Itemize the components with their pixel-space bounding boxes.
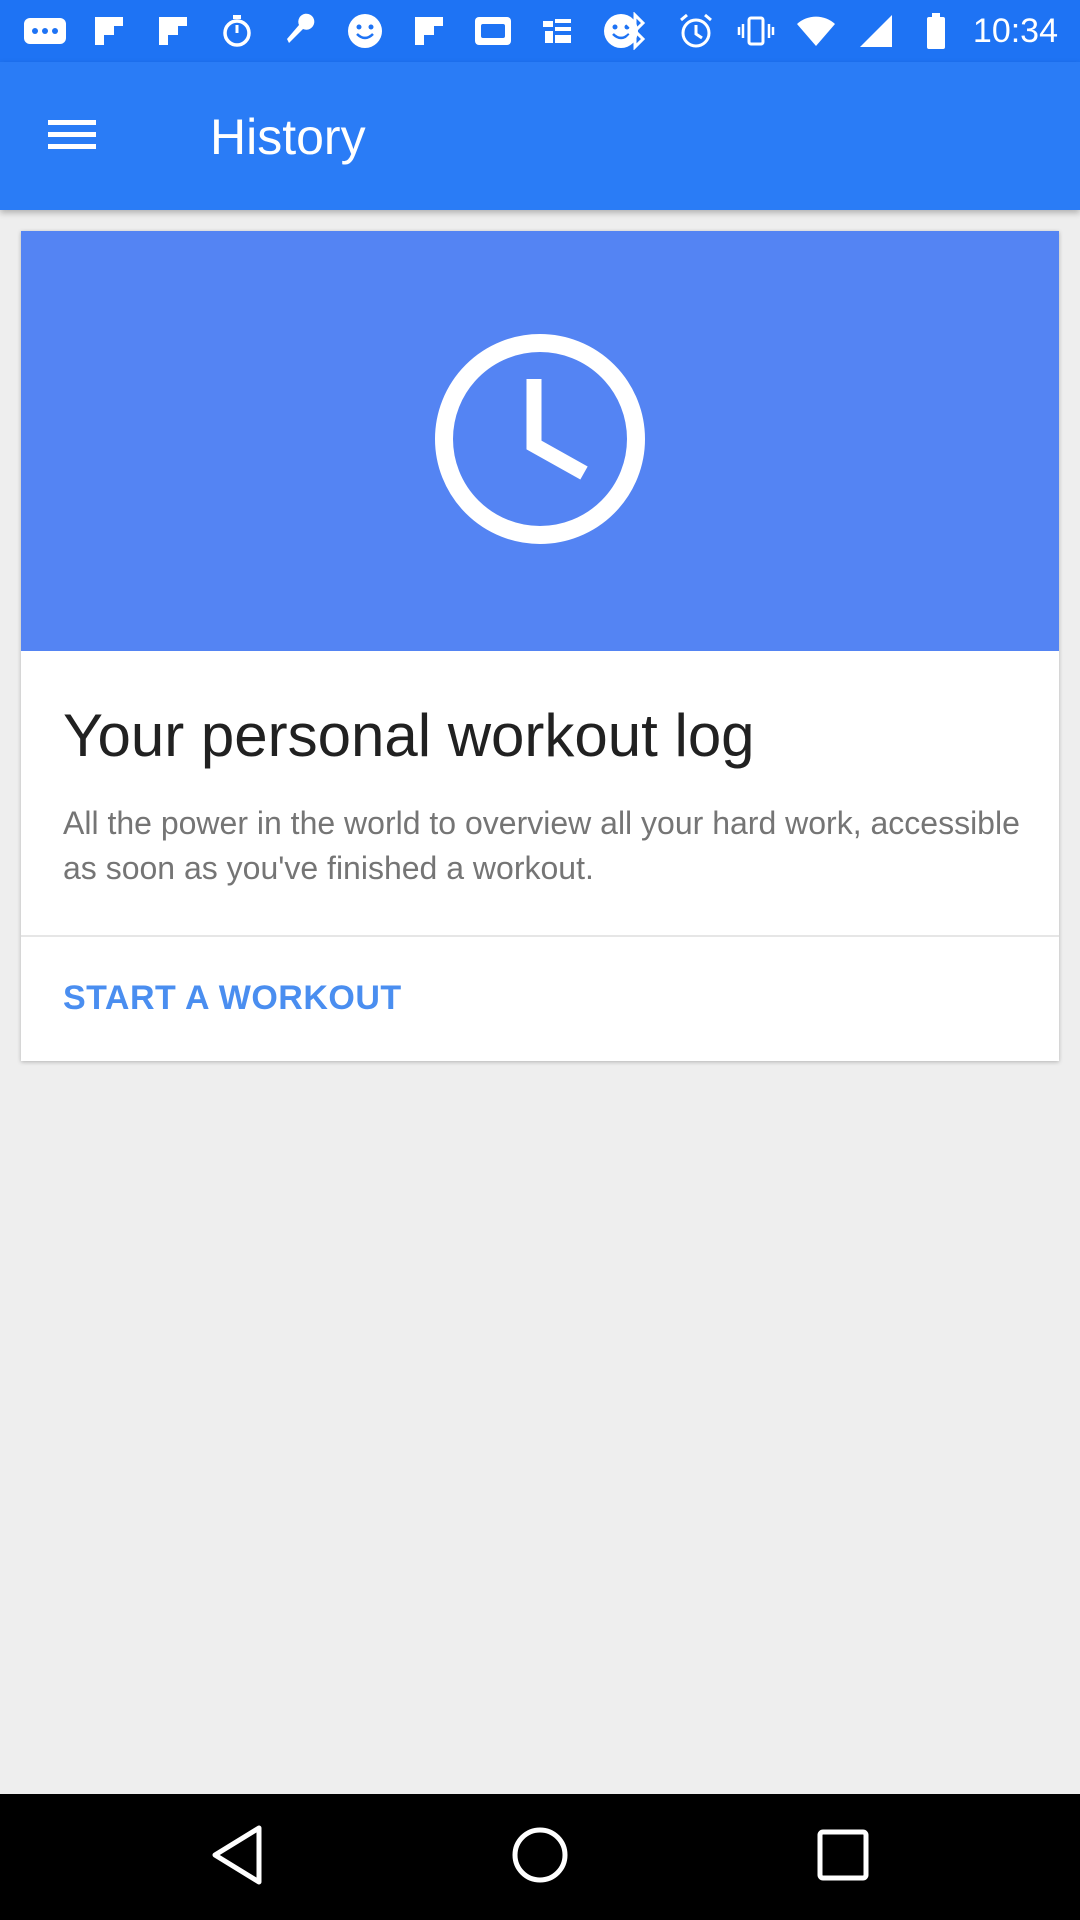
status-time: 10:34 [972, 11, 1058, 50]
page-title: History [210, 109, 366, 165]
menu-button[interactable] [36, 100, 108, 172]
system-icons: 10:34 [613, 8, 1058, 54]
qq-icon [470, 8, 516, 54]
empty-history-card: Your personal workout log All the power … [21, 231, 1059, 1061]
smiley-icon [342, 8, 388, 54]
status-bar: 10:34 [0, 0, 1080, 62]
recents-icon [815, 1827, 871, 1888]
home-button[interactable] [505, 1822, 575, 1892]
menu-icon [46, 114, 98, 159]
back-button[interactable] [202, 1822, 272, 1892]
card-description: All the power in the world to overview a… [63, 805, 1020, 886]
clock-icon [432, 331, 648, 552]
flipboard-icon [406, 8, 452, 54]
more-icon [22, 8, 68, 54]
recents-button[interactable] [808, 1822, 878, 1892]
signal-icon [853, 8, 899, 54]
wifi-icon [793, 8, 839, 54]
card-hero [21, 231, 1059, 651]
notification-icons [22, 8, 644, 54]
bluetooth-icon [613, 8, 659, 54]
navigation-bar [0, 1794, 1080, 1920]
app-bar: History [0, 62, 1080, 210]
back-icon [209, 1824, 265, 1891]
alarm-icon [673, 8, 719, 54]
battery-icon [913, 8, 959, 54]
vibrate-icon [733, 8, 779, 54]
stopwatch-icon [214, 8, 260, 54]
card-title: Your personal workout log [63, 702, 755, 769]
home-icon [510, 1825, 570, 1890]
divider [21, 935, 1059, 937]
flipboard-icon [150, 8, 196, 54]
wrench-icon [278, 8, 324, 54]
flipboard-icon [86, 8, 132, 54]
taobao-icon [534, 8, 580, 54]
start-workout-button[interactable]: START A WORKOUT [63, 979, 402, 1018]
